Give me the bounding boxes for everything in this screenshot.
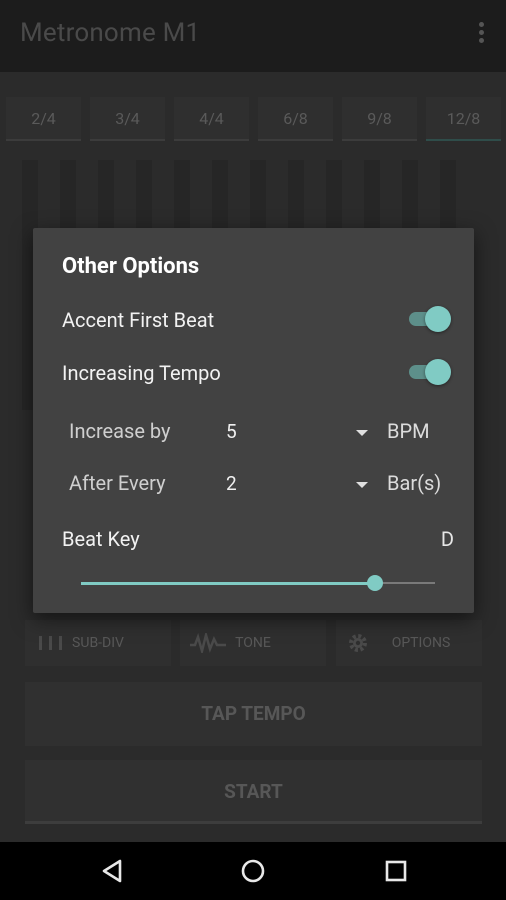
after-every-unit: Bar(s) xyxy=(387,471,442,495)
options-button[interactable]: OPTIONS xyxy=(336,620,482,666)
beat-key-label: Beat Key xyxy=(62,527,140,551)
time-signature-2-4[interactable]: 2/4 xyxy=(6,97,81,141)
accent-first-beat-label: Accent First Beat xyxy=(62,308,215,332)
back-icon[interactable] xyxy=(98,856,128,886)
dropdown-caret-icon xyxy=(356,430,368,436)
time-signature-9-8[interactable]: 9/8 xyxy=(342,97,417,141)
after-every-label: After Every xyxy=(69,471,166,495)
tone-button[interactable]: TONE xyxy=(180,620,326,666)
beat-key-slider[interactable] xyxy=(81,573,435,595)
app-bar: Metronome M1 xyxy=(0,0,506,72)
dropdown-caret-icon xyxy=(356,482,368,488)
options-label: OPTIONS xyxy=(391,635,451,651)
tap-tempo-button[interactable]: TAP TEMPO xyxy=(25,682,482,746)
time-signature-4-4[interactable]: 4/4 xyxy=(174,97,249,141)
home-icon[interactable] xyxy=(238,856,268,886)
increase-by-value: 5 xyxy=(226,420,237,443)
other-options-dialog: Other Options Accent First Beat Increasi… xyxy=(33,228,474,613)
beat-key-value: D xyxy=(440,527,454,551)
accent-first-beat-switch[interactable] xyxy=(409,306,451,332)
time-signature-6-8[interactable]: 6/8 xyxy=(258,97,333,141)
increasing-tempo-switch[interactable] xyxy=(409,359,451,385)
tone-label: TONE xyxy=(235,635,271,651)
increase-by-label: Increase by xyxy=(69,419,171,443)
dialog-title: Other Options xyxy=(62,254,200,279)
time-signature-selector: 2/4 3/4 4/4 6/8 9/8 12/8 xyxy=(0,97,506,141)
recents-icon[interactable] xyxy=(381,856,411,886)
increasing-tempo-label: Increasing Tempo xyxy=(62,361,221,385)
overflow-menu-icon[interactable] xyxy=(476,22,486,48)
time-signature-12-8[interactable]: 12/8 xyxy=(426,97,501,141)
slider-fill xyxy=(81,582,375,585)
time-signature-3-4[interactable]: 3/4 xyxy=(90,97,165,141)
slider-thumb[interactable] xyxy=(367,575,383,591)
after-every-spinner[interactable]: 2 xyxy=(226,466,368,502)
increase-by-unit: BPM xyxy=(387,419,430,443)
tool-row: SUB-DIV TONE OPTIONS xyxy=(0,620,506,668)
app-title: Metronome M1 xyxy=(20,18,201,48)
system-nav-bar xyxy=(0,842,506,900)
after-every-value: 2 xyxy=(226,472,237,495)
increase-by-spinner[interactable]: 5 xyxy=(226,414,368,450)
start-button[interactable]: START xyxy=(25,760,482,824)
subdiv-button[interactable]: SUB-DIV xyxy=(25,620,171,666)
subdiv-label: SUB-DIV xyxy=(72,635,124,651)
